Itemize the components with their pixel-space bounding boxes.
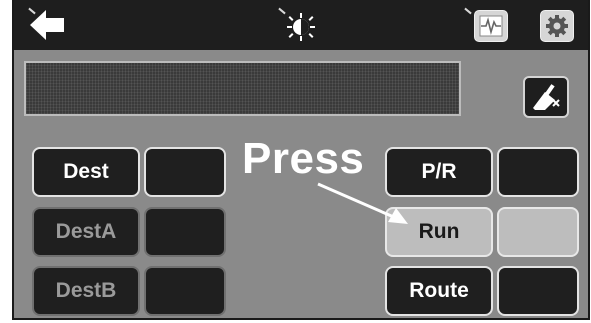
route-button[interactable]: Route — [385, 266, 493, 316]
pr-button[interactable]: P/R — [385, 147, 493, 197]
pr-value-field[interactable] — [497, 147, 579, 197]
route-value-field[interactable] — [497, 266, 579, 316]
dest-button[interactable]: Dest — [32, 147, 140, 197]
dest-value-field[interactable] — [144, 147, 226, 197]
desta-button[interactable]: DestA — [32, 207, 140, 257]
top-toolbar — [14, 0, 588, 50]
run-label: Run — [418, 220, 460, 243]
eraser-icon — [533, 84, 560, 110]
press-annotation: Press — [242, 134, 365, 183]
waveform-icon — [479, 15, 503, 37]
device-screen: Dest DestA DestB P/R Run Route Press — [12, 0, 590, 320]
back-button[interactable] — [28, 6, 68, 44]
destb-button[interactable]: DestB — [32, 266, 140, 316]
gear-icon — [546, 15, 568, 37]
message-display — [24, 61, 461, 116]
desta-value-field[interactable] — [144, 207, 226, 257]
destb-label: DestB — [55, 279, 117, 302]
settings-button[interactable] — [540, 10, 574, 42]
tick-mark — [278, 7, 286, 15]
waveform-button[interactable] — [474, 10, 508, 42]
clear-button[interactable] — [523, 76, 569, 118]
run-value-field[interactable] — [497, 207, 579, 257]
desta-label: DestA — [55, 220, 117, 243]
dest-label: Dest — [63, 160, 109, 183]
brightness-button[interactable] — [286, 12, 316, 42]
destb-value-field[interactable] — [144, 266, 226, 316]
back-arrow-icon — [30, 10, 64, 40]
pr-label: P/R — [421, 160, 457, 183]
route-label: Route — [409, 279, 469, 302]
brightness-icon — [287, 13, 315, 41]
run-button[interactable]: Run — [385, 207, 493, 257]
tick-mark — [464, 7, 472, 15]
